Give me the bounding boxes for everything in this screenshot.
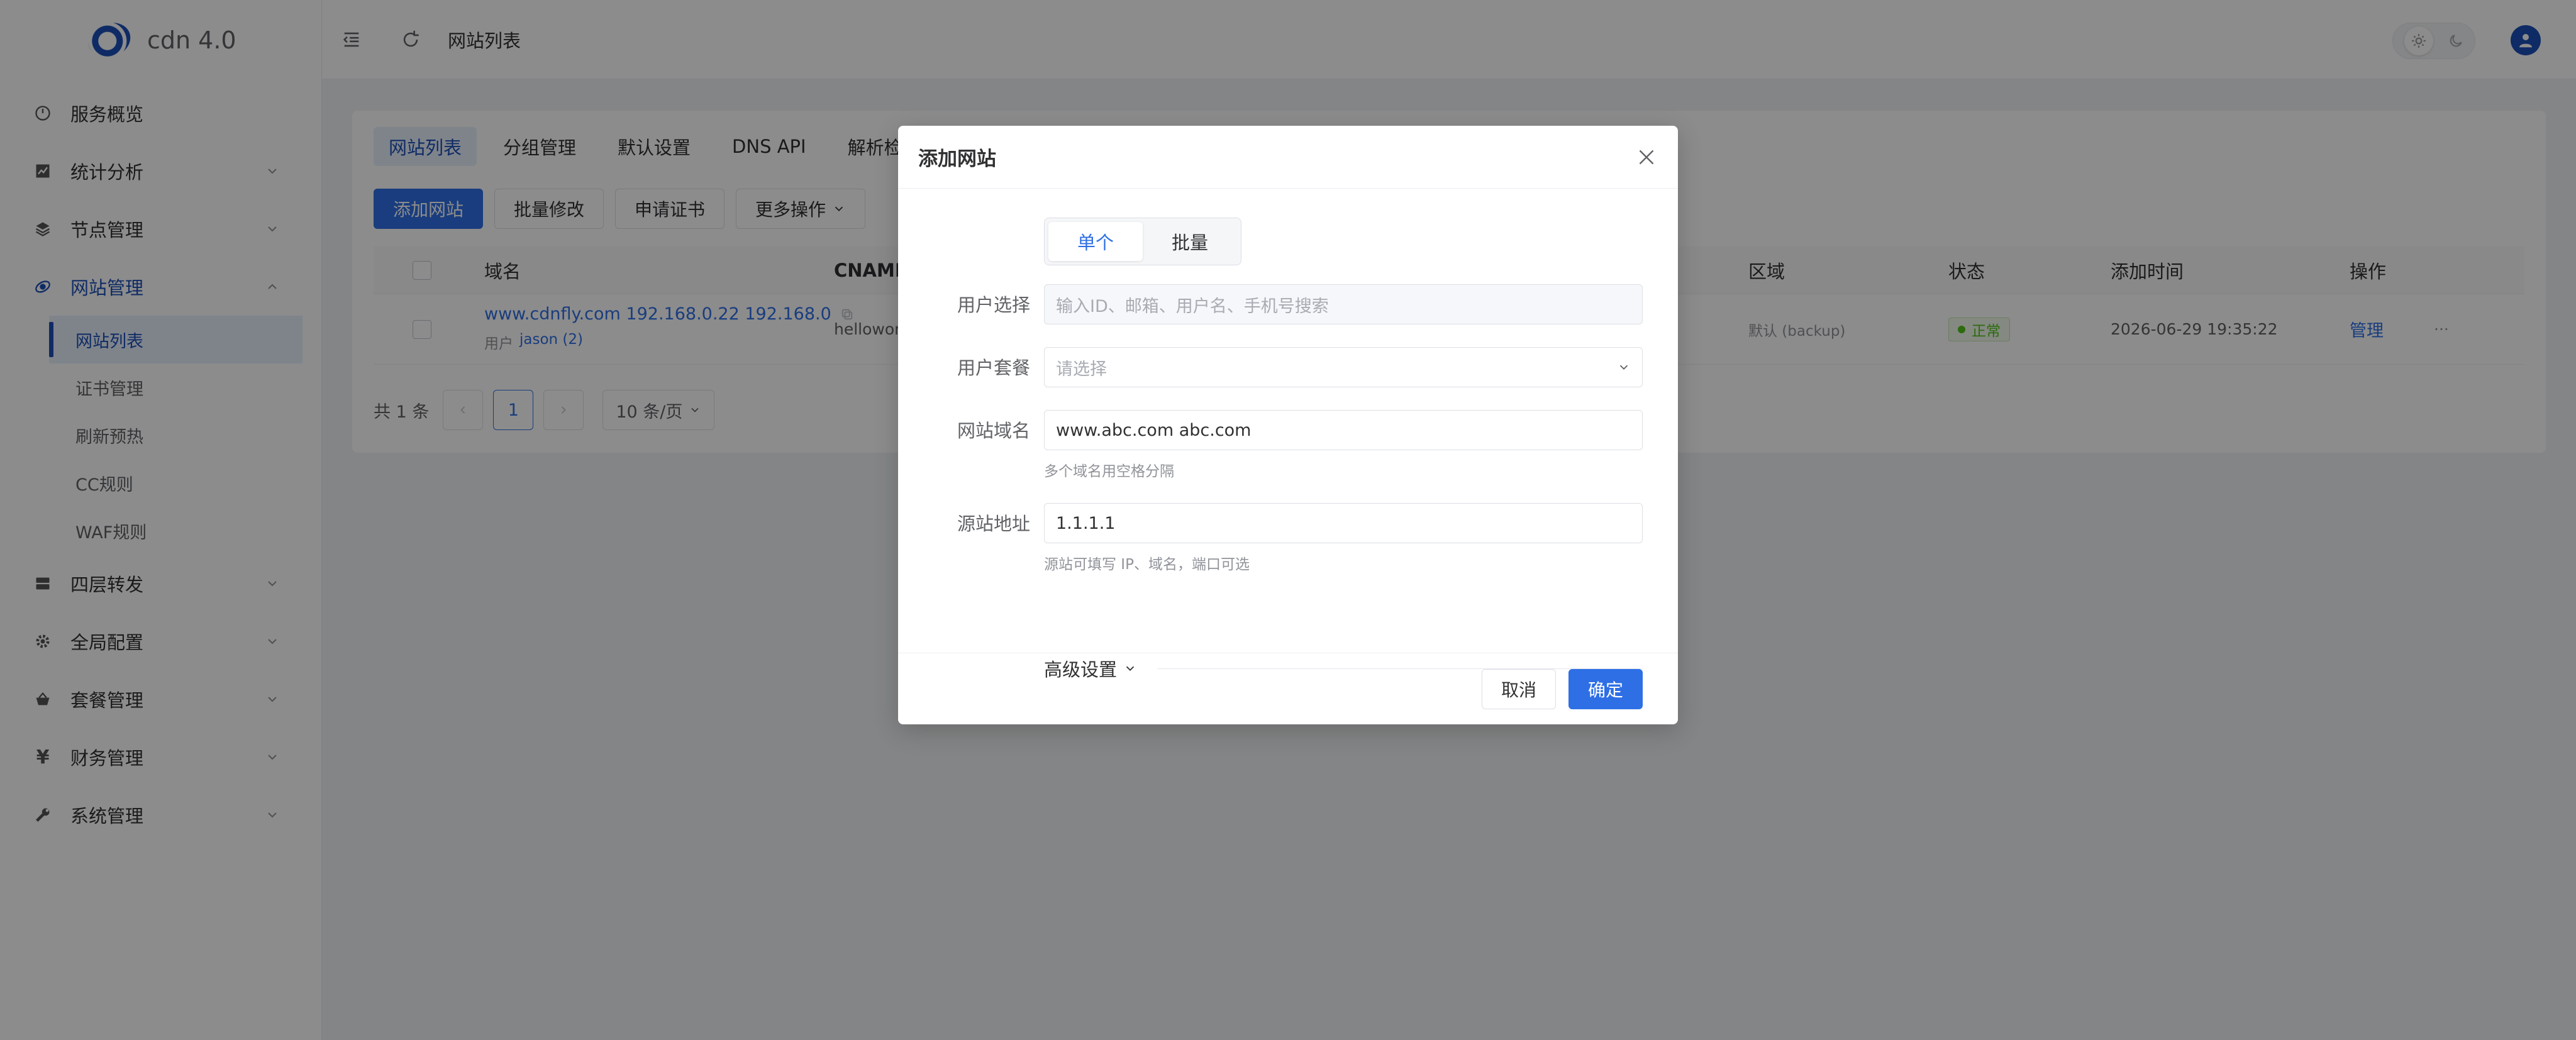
user-search-input[interactable]: 输入ID、邮箱、用户名、手机号搜索 bbox=[1044, 284, 1643, 324]
mode-single-button[interactable]: 单个 bbox=[1048, 222, 1143, 261]
confirm-button[interactable]: 确定 bbox=[1568, 668, 1643, 709]
domain-label: 网站域名 bbox=[957, 420, 1030, 441]
plan-select[interactable]: 请选择 bbox=[1044, 347, 1643, 387]
origin-label: 源站地址 bbox=[957, 513, 1030, 534]
origin-hint: 源站可填写 IP、域名，端口可选 bbox=[1044, 556, 1250, 573]
mode-switch: 单个 批量 bbox=[1044, 218, 1241, 265]
origin-input[interactable]: 1.1.1.1 bbox=[1044, 503, 1643, 543]
dialog-footer: 取消 确定 bbox=[898, 653, 1678, 724]
close-icon[interactable] bbox=[1635, 146, 1658, 169]
user-select-label: 用户选择 bbox=[957, 294, 1030, 316]
dialog-title: 添加网站 bbox=[918, 148, 996, 170]
domain-hint: 多个域名用空格分隔 bbox=[1044, 463, 1174, 480]
dialog-header: 添加网站 bbox=[898, 126, 1678, 189]
plan-label: 用户套餐 bbox=[957, 357, 1030, 379]
mode-batch-button[interactable]: 批量 bbox=[1143, 222, 1237, 261]
cancel-button[interactable]: 取消 bbox=[1481, 668, 1556, 709]
chevron-down-icon bbox=[1619, 365, 1628, 370]
plan-select-placeholder: 请选择 bbox=[1056, 359, 1107, 379]
domain-input[interactable]: www.abc.com abc.com bbox=[1044, 410, 1643, 450]
add-site-dialog: 添加网站 单个 批量 用户选择 输入ID、邮箱、用户名、手机号搜索 用户套餐 请… bbox=[898, 126, 1678, 724]
